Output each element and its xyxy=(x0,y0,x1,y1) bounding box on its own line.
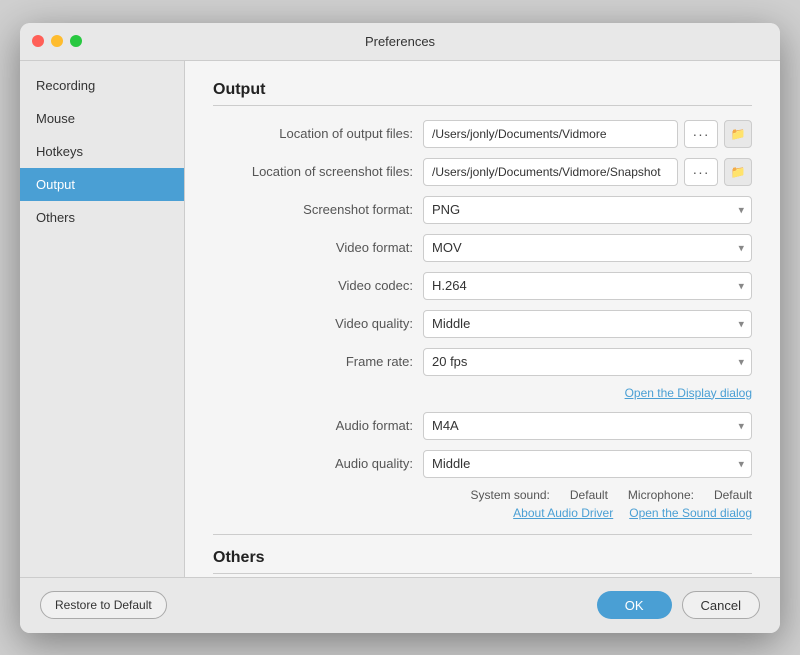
sidebar-item-hotkeys[interactable]: Hotkeys xyxy=(20,135,184,168)
screenshot-location-dots-button[interactable]: ··· xyxy=(684,158,718,186)
audio-quality-row: Audio quality: High Middle Low ▾ xyxy=(213,450,752,478)
screenshot-format-controls: PNG JPG BMP GIF ▾ xyxy=(423,196,752,224)
content-area: Recording Mouse Hotkeys Output Others Ou… xyxy=(20,61,780,577)
screenshot-location-folder-button[interactable]: 📁 xyxy=(724,158,752,186)
restore-default-button[interactable]: Restore to Default xyxy=(40,591,167,619)
video-format-select[interactable]: MOV MP4 AVI MKV xyxy=(423,234,752,262)
video-quality-controls: High Middle Low ▾ xyxy=(423,310,752,338)
screenshot-location-row: Location of screenshot files: ··· 📁 xyxy=(213,158,752,186)
video-quality-label: Video quality: xyxy=(213,316,423,331)
frame-rate-select[interactable]: 10 fps 15 fps 20 fps 24 fps 30 fps 60 fp… xyxy=(423,348,752,376)
video-quality-wrapper: High Middle Low ▾ xyxy=(423,310,752,338)
microphone-label: Microphone: xyxy=(628,488,694,502)
microphone-value: Default xyxy=(714,488,752,502)
window-controls xyxy=(32,35,82,47)
bottom-bar: Restore to Default OK Cancel xyxy=(20,577,780,633)
maximize-button[interactable] xyxy=(70,35,82,47)
video-format-label: Video format: xyxy=(213,240,423,255)
video-codec-row: Video codec: H.264 H.265 MPEG-4 ▾ xyxy=(213,272,752,300)
screenshot-location-input[interactable] xyxy=(423,158,678,186)
audio-info-row: System sound: Default Microphone: Defaul… xyxy=(213,488,752,502)
video-codec-select[interactable]: H.264 H.265 MPEG-4 xyxy=(423,272,752,300)
ok-button[interactable]: OK xyxy=(597,591,672,619)
frame-rate-row: Frame rate: 10 fps 15 fps 20 fps 24 fps … xyxy=(213,348,752,376)
screenshot-location-label: Location of screenshot files: xyxy=(213,164,423,179)
audio-quality-controls: High Middle Low ▾ xyxy=(423,450,752,478)
screenshot-location-controls: ··· 📁 xyxy=(423,158,752,186)
output-location-row: Location of output files: ··· 📁 xyxy=(213,120,752,148)
folder-icon: 📁 xyxy=(731,127,746,141)
close-button[interactable] xyxy=(32,35,44,47)
screenshot-format-row: Screenshot format: PNG JPG BMP GIF ▾ xyxy=(213,196,752,224)
output-location-label: Location of output files: xyxy=(213,126,423,141)
output-location-input[interactable] xyxy=(423,120,678,148)
window-title: Preferences xyxy=(365,34,435,49)
audio-format-controls: M4A MP3 AAC WAV ▾ xyxy=(423,412,752,440)
video-codec-wrapper: H.264 H.265 MPEG-4 ▾ xyxy=(423,272,752,300)
frame-rate-controls: 10 fps 15 fps 20 fps 24 fps 30 fps 60 fp… xyxy=(423,348,752,376)
video-format-controls: MOV MP4 AVI MKV ▾ xyxy=(423,234,752,262)
audio-links-row: About Audio Driver Open the Sound dialog xyxy=(213,506,752,520)
output-section-title: Output xyxy=(213,81,752,106)
output-location-folder-button[interactable]: 📁 xyxy=(724,120,752,148)
audio-quality-label: Audio quality: xyxy=(213,456,423,471)
open-display-dialog-link[interactable]: Open the Display dialog xyxy=(625,386,752,400)
screenshot-format-select[interactable]: PNG JPG BMP GIF xyxy=(423,196,752,224)
cancel-button[interactable]: Cancel xyxy=(682,591,760,619)
preferences-window: Preferences Recording Mouse Hotkeys Outp… xyxy=(20,23,780,633)
folder-icon-2: 📁 xyxy=(731,165,746,179)
frame-rate-label: Frame rate: xyxy=(213,354,423,369)
titlebar: Preferences xyxy=(20,23,780,61)
sidebar-item-mouse[interactable]: Mouse xyxy=(20,102,184,135)
display-dialog-row: Open the Display dialog xyxy=(213,386,752,400)
audio-quality-wrapper: High Middle Low ▾ xyxy=(423,450,752,478)
sidebar-item-output[interactable]: Output xyxy=(20,168,184,201)
video-quality-row: Video quality: High Middle Low ▾ xyxy=(213,310,752,338)
sidebar-item-others[interactable]: Others xyxy=(20,201,184,234)
audio-format-label: Audio format: xyxy=(213,418,423,433)
output-location-dots-button[interactable]: ··· xyxy=(684,120,718,148)
main-content: Output Location of output files: ··· 📁 L… xyxy=(185,61,780,577)
about-audio-driver-link[interactable]: About Audio Driver xyxy=(513,506,613,520)
sidebar: Recording Mouse Hotkeys Output Others xyxy=(20,61,185,577)
video-codec-label: Video codec: xyxy=(213,278,423,293)
open-sound-dialog-link[interactable]: Open the Sound dialog xyxy=(629,506,752,520)
system-sound-label: System sound: xyxy=(471,488,550,502)
audio-format-select[interactable]: M4A MP3 AAC WAV xyxy=(423,412,752,440)
screenshot-format-wrapper: PNG JPG BMP GIF ▾ xyxy=(423,196,752,224)
audio-format-row: Audio format: M4A MP3 AAC WAV ▾ xyxy=(213,412,752,440)
audio-format-wrapper: M4A MP3 AAC WAV ▾ xyxy=(423,412,752,440)
video-format-wrapper: MOV MP4 AVI MKV ▾ xyxy=(423,234,752,262)
frame-rate-wrapper: 10 fps 15 fps 20 fps 24 fps 30 fps 60 fp… xyxy=(423,348,752,376)
sidebar-item-recording[interactable]: Recording xyxy=(20,69,184,102)
bottom-right-buttons: OK Cancel xyxy=(597,591,760,619)
screenshot-format-label: Screenshot format: xyxy=(213,202,423,217)
system-sound-value: Default xyxy=(570,488,608,502)
video-codec-controls: H.264 H.265 MPEG-4 ▾ xyxy=(423,272,752,300)
others-section-title: Others xyxy=(213,549,752,574)
video-quality-select[interactable]: High Middle Low xyxy=(423,310,752,338)
video-format-row: Video format: MOV MP4 AVI MKV ▾ xyxy=(213,234,752,262)
output-location-controls: ··· 📁 xyxy=(423,120,752,148)
audio-quality-select[interactable]: High Middle Low xyxy=(423,450,752,478)
minimize-button[interactable] xyxy=(51,35,63,47)
section-divider xyxy=(213,534,752,535)
